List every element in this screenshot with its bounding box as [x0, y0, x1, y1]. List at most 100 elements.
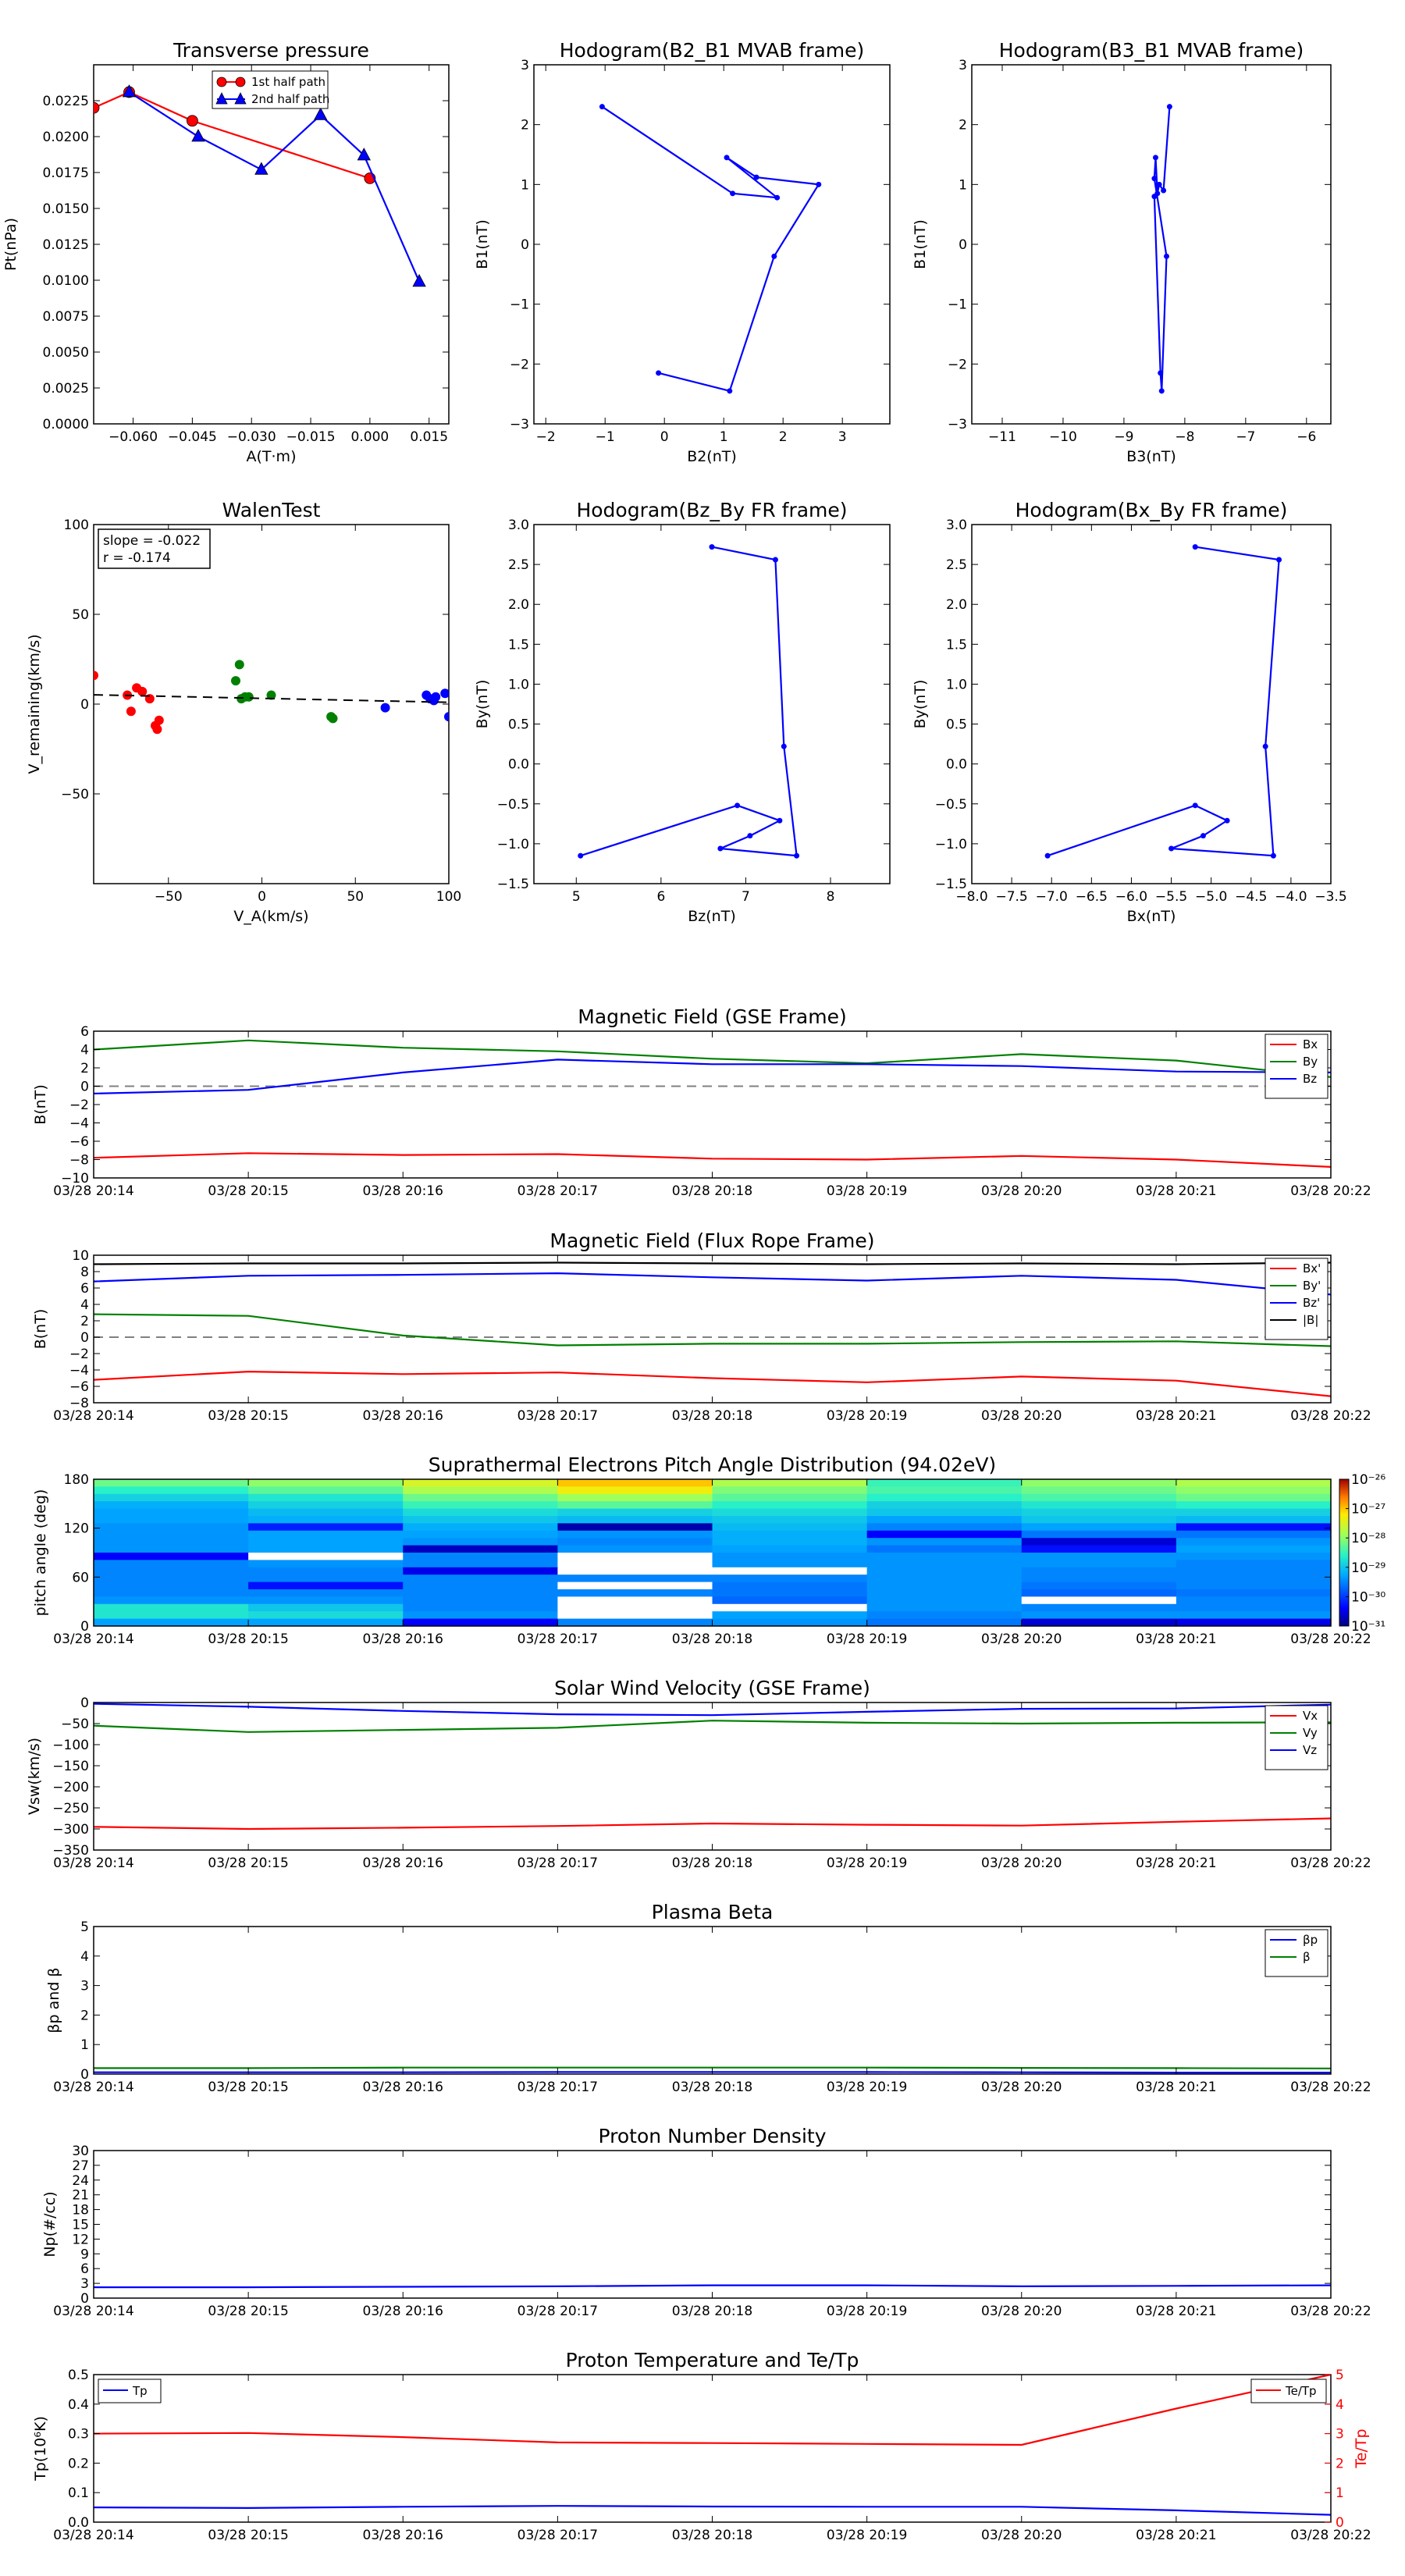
heatmap-cell — [712, 1501, 868, 1510]
y-tick-label: 6 — [80, 2261, 89, 2277]
y-axis-label: B(nT) — [32, 1309, 49, 1350]
data-point — [254, 162, 269, 175]
y-tick-label: 1.5 — [508, 637, 529, 653]
heatmap-cell — [557, 1589, 713, 1597]
heatmap-cell — [712, 1493, 868, 1502]
y-tick-label: 4 — [80, 1297, 89, 1313]
heatmap-cell — [403, 1611, 558, 1620]
heatmap-cell — [403, 1501, 558, 1510]
heatmap-cell — [712, 1508, 868, 1517]
series-line — [94, 1039, 1331, 1078]
x-axis-label: A(T·m) — [247, 448, 297, 465]
chart-walen: WalenTest −50 0 50 100 −50 0 50 100 V_A(km/s) V_re… — [26, 499, 461, 925]
chart-title: Suprathermal Electrons Pitch Angle Distr… — [429, 1453, 996, 1476]
heatmap-cell — [1021, 1567, 1177, 1575]
heatmap-cell — [557, 1523, 713, 1532]
heatmap-cell — [1176, 1508, 1332, 1517]
time-tick-label: 03/28 20:15 — [208, 2080, 288, 2095]
clipped-area — [578, 544, 800, 859]
data-point — [794, 852, 800, 859]
annotation-slope: slope = -0.022 — [103, 533, 201, 549]
heatmap-cell — [403, 1618, 558, 1627]
y-tick-label: 9 — [80, 2247, 89, 2262]
time-tick-label: 03/28 20:19 — [827, 2304, 907, 2319]
time-tick-label: 03/28 20:22 — [1290, 1408, 1371, 1424]
legend-label: β — [1303, 1950, 1311, 1964]
x-tick-label: −2 — [536, 429, 556, 445]
heatmap-cell — [712, 1603, 868, 1612]
data-point — [191, 129, 205, 142]
time-tick-label: 03/28 20:17 — [518, 1183, 598, 1199]
heatmap-cell — [403, 1538, 558, 1546]
heatmap-cell — [866, 1582, 1023, 1590]
x-axis-label: Bz(nT) — [688, 908, 735, 925]
heatmap-cell — [557, 1553, 713, 1560]
data-point — [772, 557, 778, 563]
time-tick-label: 03/28 20:14 — [53, 2528, 133, 2543]
heatmap-cell — [866, 1486, 1023, 1495]
y-axis-label: βp and β — [45, 1967, 62, 2033]
colorbar — [1339, 1478, 1350, 1627]
time-tick-label: 03/28 20:21 — [1136, 2080, 1216, 2095]
y-tick-label: −8 — [69, 1396, 89, 1411]
heatmap-cell — [1176, 1538, 1332, 1546]
y-tick-label: −50 — [61, 787, 89, 802]
heatmap-cell — [557, 1479, 713, 1487]
y-axis-label: Np(#/cc) — [41, 2191, 59, 2257]
heatmap-cell — [248, 1611, 404, 1620]
data-point — [1200, 833, 1206, 839]
chart-title: Hodogram(Bx_By FR frame) — [1016, 499, 1288, 521]
heatmap-cell — [712, 1479, 868, 1487]
series-line — [94, 1720, 1331, 1733]
heatmap-cell — [248, 1479, 404, 1487]
heatmap-cell — [1176, 1567, 1332, 1575]
heatmap-cell — [403, 1589, 558, 1597]
clipped-area — [1151, 104, 1172, 394]
heatmap-cell — [866, 1618, 1023, 1627]
series-line — [128, 91, 421, 283]
time-tick-label: 03/28 20:18 — [672, 1631, 752, 1647]
heatmap-cell — [248, 1538, 404, 1546]
time-tick-label: 03/28 20:18 — [672, 1183, 752, 1199]
heatmap-cell — [248, 1574, 404, 1583]
heatmap-cell — [1021, 1582, 1177, 1590]
heatmap-cell — [94, 1486, 249, 1495]
data-point — [774, 194, 781, 201]
heatmap-cell — [248, 1603, 404, 1612]
data-point — [444, 712, 449, 722]
y-tick-label: 2 — [959, 118, 967, 133]
time-tick-label: 03/28 20:18 — [672, 2528, 752, 2543]
clipped-area — [94, 660, 449, 735]
plot-frame — [93, 1030, 1332, 1179]
heatmap-cell — [403, 1603, 558, 1612]
x-tick-label: −5.5 — [1155, 889, 1187, 905]
legend-label: By' — [1303, 1279, 1321, 1293]
heatmap-cell — [866, 1508, 1023, 1517]
heatmap-cell — [248, 1567, 404, 1575]
y-tick-label: 2 — [80, 1314, 89, 1329]
x-tick-label: −7 — [1236, 429, 1255, 445]
heatmap-cell — [403, 1553, 558, 1560]
y-tick-label: −2 — [69, 1347, 89, 1362]
data-point — [1168, 845, 1175, 852]
y-tick-label: −8 — [69, 1153, 89, 1169]
time-tick-label: 03/28 20:19 — [827, 1408, 907, 1424]
y-tick-label: 15 — [72, 2218, 89, 2233]
heatmap-cell — [1021, 1538, 1177, 1546]
heatmap-cell — [1176, 1530, 1332, 1539]
y-tick-label: 0.0050 — [43, 345, 89, 361]
heatmap-cell — [866, 1574, 1023, 1583]
data-point — [231, 676, 240, 686]
time-tick-label: 03/28 20:18 — [672, 2080, 752, 2095]
data-point — [1192, 544, 1198, 550]
y-tick-label: −100 — [52, 1738, 89, 1753]
y-tick-label: −250 — [52, 1801, 89, 1816]
x-tick-label: −0.045 — [168, 429, 217, 445]
time-tick-label: 03/28 20:18 — [672, 2304, 752, 2319]
y-axis-label: Pt(nPa) — [2, 218, 20, 271]
y-tick-label: −4 — [69, 1363, 89, 1379]
time-tick-label: 03/28 20:17 — [518, 1408, 598, 1424]
x-tick-label: −4.5 — [1235, 889, 1267, 905]
data-point — [599, 104, 605, 110]
heatmap-cell — [557, 1508, 713, 1517]
